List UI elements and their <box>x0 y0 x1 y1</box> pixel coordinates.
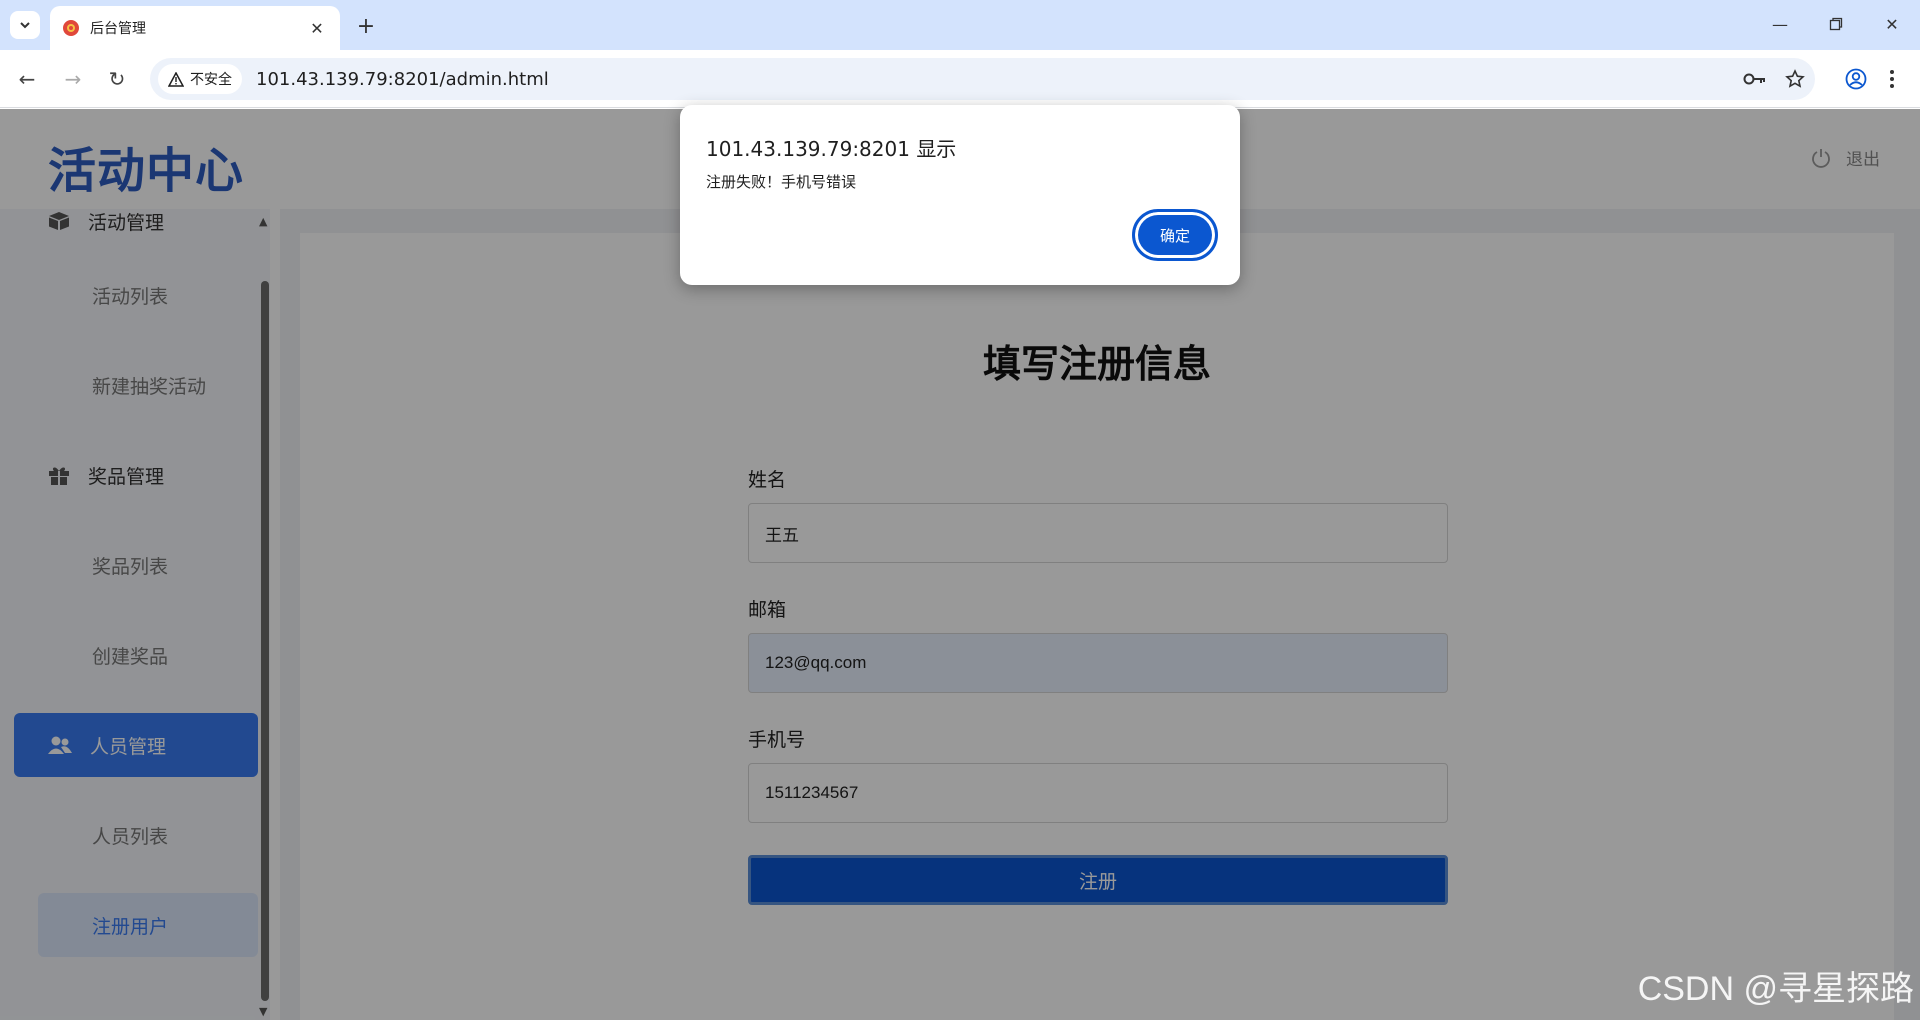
chevron-down-icon <box>20 22 30 29</box>
forward-arrow-icon[interactable]: → <box>58 64 88 94</box>
dialog-message: 注册失败！手机号错误 <box>706 173 857 191</box>
url-text[interactable]: 101.43.139.79:8201/admin.html <box>256 69 1735 90</box>
close-window-icon[interactable]: ✕ <box>1864 0 1920 48</box>
browser-tab[interactable]: 后台管理 ✕ <box>50 6 340 50</box>
profile-icon[interactable] <box>1838 62 1874 96</box>
tab-close-icon[interactable]: ✕ <box>306 17 328 39</box>
security-chip[interactable]: 不安全 <box>158 64 242 94</box>
reload-icon[interactable]: ↻ <box>102 64 132 94</box>
dialog-origin: 101.43.139.79:8201 显示 <box>706 137 957 161</box>
warning-triangle-icon <box>168 71 184 87</box>
watermark: CSDN @寻星探路 <box>1637 970 1914 1008</box>
tab-title: 后台管理 <box>90 21 146 37</box>
key-icon[interactable] <box>1735 59 1775 99</box>
security-label: 不安全 <box>190 72 232 88</box>
toolbar-right <box>1838 62 1910 96</box>
new-tab-button[interactable]: + <box>352 12 380 40</box>
favicon-icon <box>63 20 79 36</box>
minimize-icon[interactable]: — <box>1752 0 1808 48</box>
ok-button[interactable]: 确定 <box>1132 209 1218 261</box>
window-controls: — ✕ <box>1752 0 1920 48</box>
browser-tabstrip: 后台管理 ✕ + — ✕ <box>0 0 1920 50</box>
tab-search-button[interactable] <box>10 11 40 39</box>
restore-icon[interactable] <box>1808 0 1864 48</box>
alert-dialog: 101.43.139.79:8201 显示 注册失败！手机号错误 确定 <box>680 105 1240 285</box>
more-menu-icon[interactable] <box>1874 62 1910 96</box>
back-arrow-icon[interactable]: ← <box>12 64 42 94</box>
browser-toolbar: ← → ↻ 不安全 101.43.139.79:8201/admin.html <box>0 50 1920 108</box>
bookmark-star-icon[interactable] <box>1775 59 1815 99</box>
address-bar[interactable]: 不安全 101.43.139.79:8201/admin.html <box>150 58 1815 100</box>
